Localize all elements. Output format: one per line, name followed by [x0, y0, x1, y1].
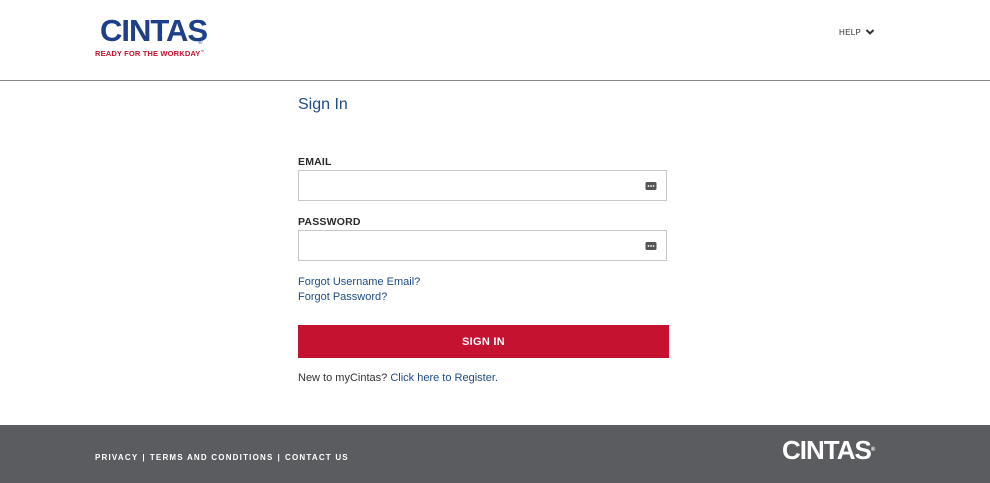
- footer-separator: |: [142, 453, 146, 462]
- cintas-logo[interactable]: CINTAS ® READY FOR THE WORKDAY™: [95, 14, 213, 60]
- footer-cintas-logo: CINTAS®: [782, 435, 876, 465]
- forgot-password-link[interactable]: Forgot Password?: [298, 291, 387, 303]
- site-header: CINTAS ® READY FOR THE WORKDAY™ HELP: [0, 0, 990, 81]
- privacy-link[interactable]: PRIVACY: [95, 453, 138, 462]
- password-label: PASSWORD: [298, 216, 361, 228]
- help-menu[interactable]: HELP: [839, 27, 875, 37]
- logo-trademark: ™: [200, 49, 205, 54]
- contact-us-link[interactable]: CONTACT US: [285, 453, 349, 462]
- email-field-box: [298, 170, 667, 201]
- password-manager-key-icon[interactable]: [645, 240, 657, 252]
- footer-links: PRIVACY | TERMS AND CONDITIONS | CONTACT US: [95, 453, 349, 462]
- email-field[interactable]: [299, 171, 649, 200]
- logo-wordmark: CINTAS: [100, 13, 208, 48]
- email-label: EMAIL: [298, 156, 332, 168]
- password-field-box: [298, 230, 667, 261]
- password-field[interactable]: [299, 231, 649, 260]
- footer-logo-registered: ®: [870, 447, 876, 453]
- password-manager-key-icon[interactable]: [645, 180, 657, 192]
- logo-registered-mark: ®: [198, 40, 203, 46]
- footer-logo-wordmark: CINTAS: [782, 435, 872, 465]
- forgot-username-email-link[interactable]: Forgot Username Email?: [298, 276, 420, 288]
- footer-separator: |: [277, 453, 281, 462]
- logo-tagline: READY FOR THE WORKDAY™: [95, 49, 205, 58]
- page-title: Sign In: [298, 96, 348, 113]
- logo-tagline-text: READY FOR THE WORKDAY: [95, 49, 201, 58]
- chevron-down-icon: [865, 29, 875, 35]
- terms-and-conditions-link[interactable]: TERMS AND CONDITIONS: [150, 453, 274, 462]
- register-text: New to myCintas?: [298, 372, 388, 384]
- site-footer: PRIVACY | TERMS AND CONDITIONS | CONTACT US …: [0, 425, 990, 483]
- sign-in-button[interactable]: SIGN IN: [298, 325, 669, 358]
- register-link[interactable]: Click here to Register.: [390, 372, 498, 384]
- help-label: HELP: [839, 27, 862, 37]
- register-prompt: New to myCintas? Click here to Register.: [298, 372, 498, 384]
